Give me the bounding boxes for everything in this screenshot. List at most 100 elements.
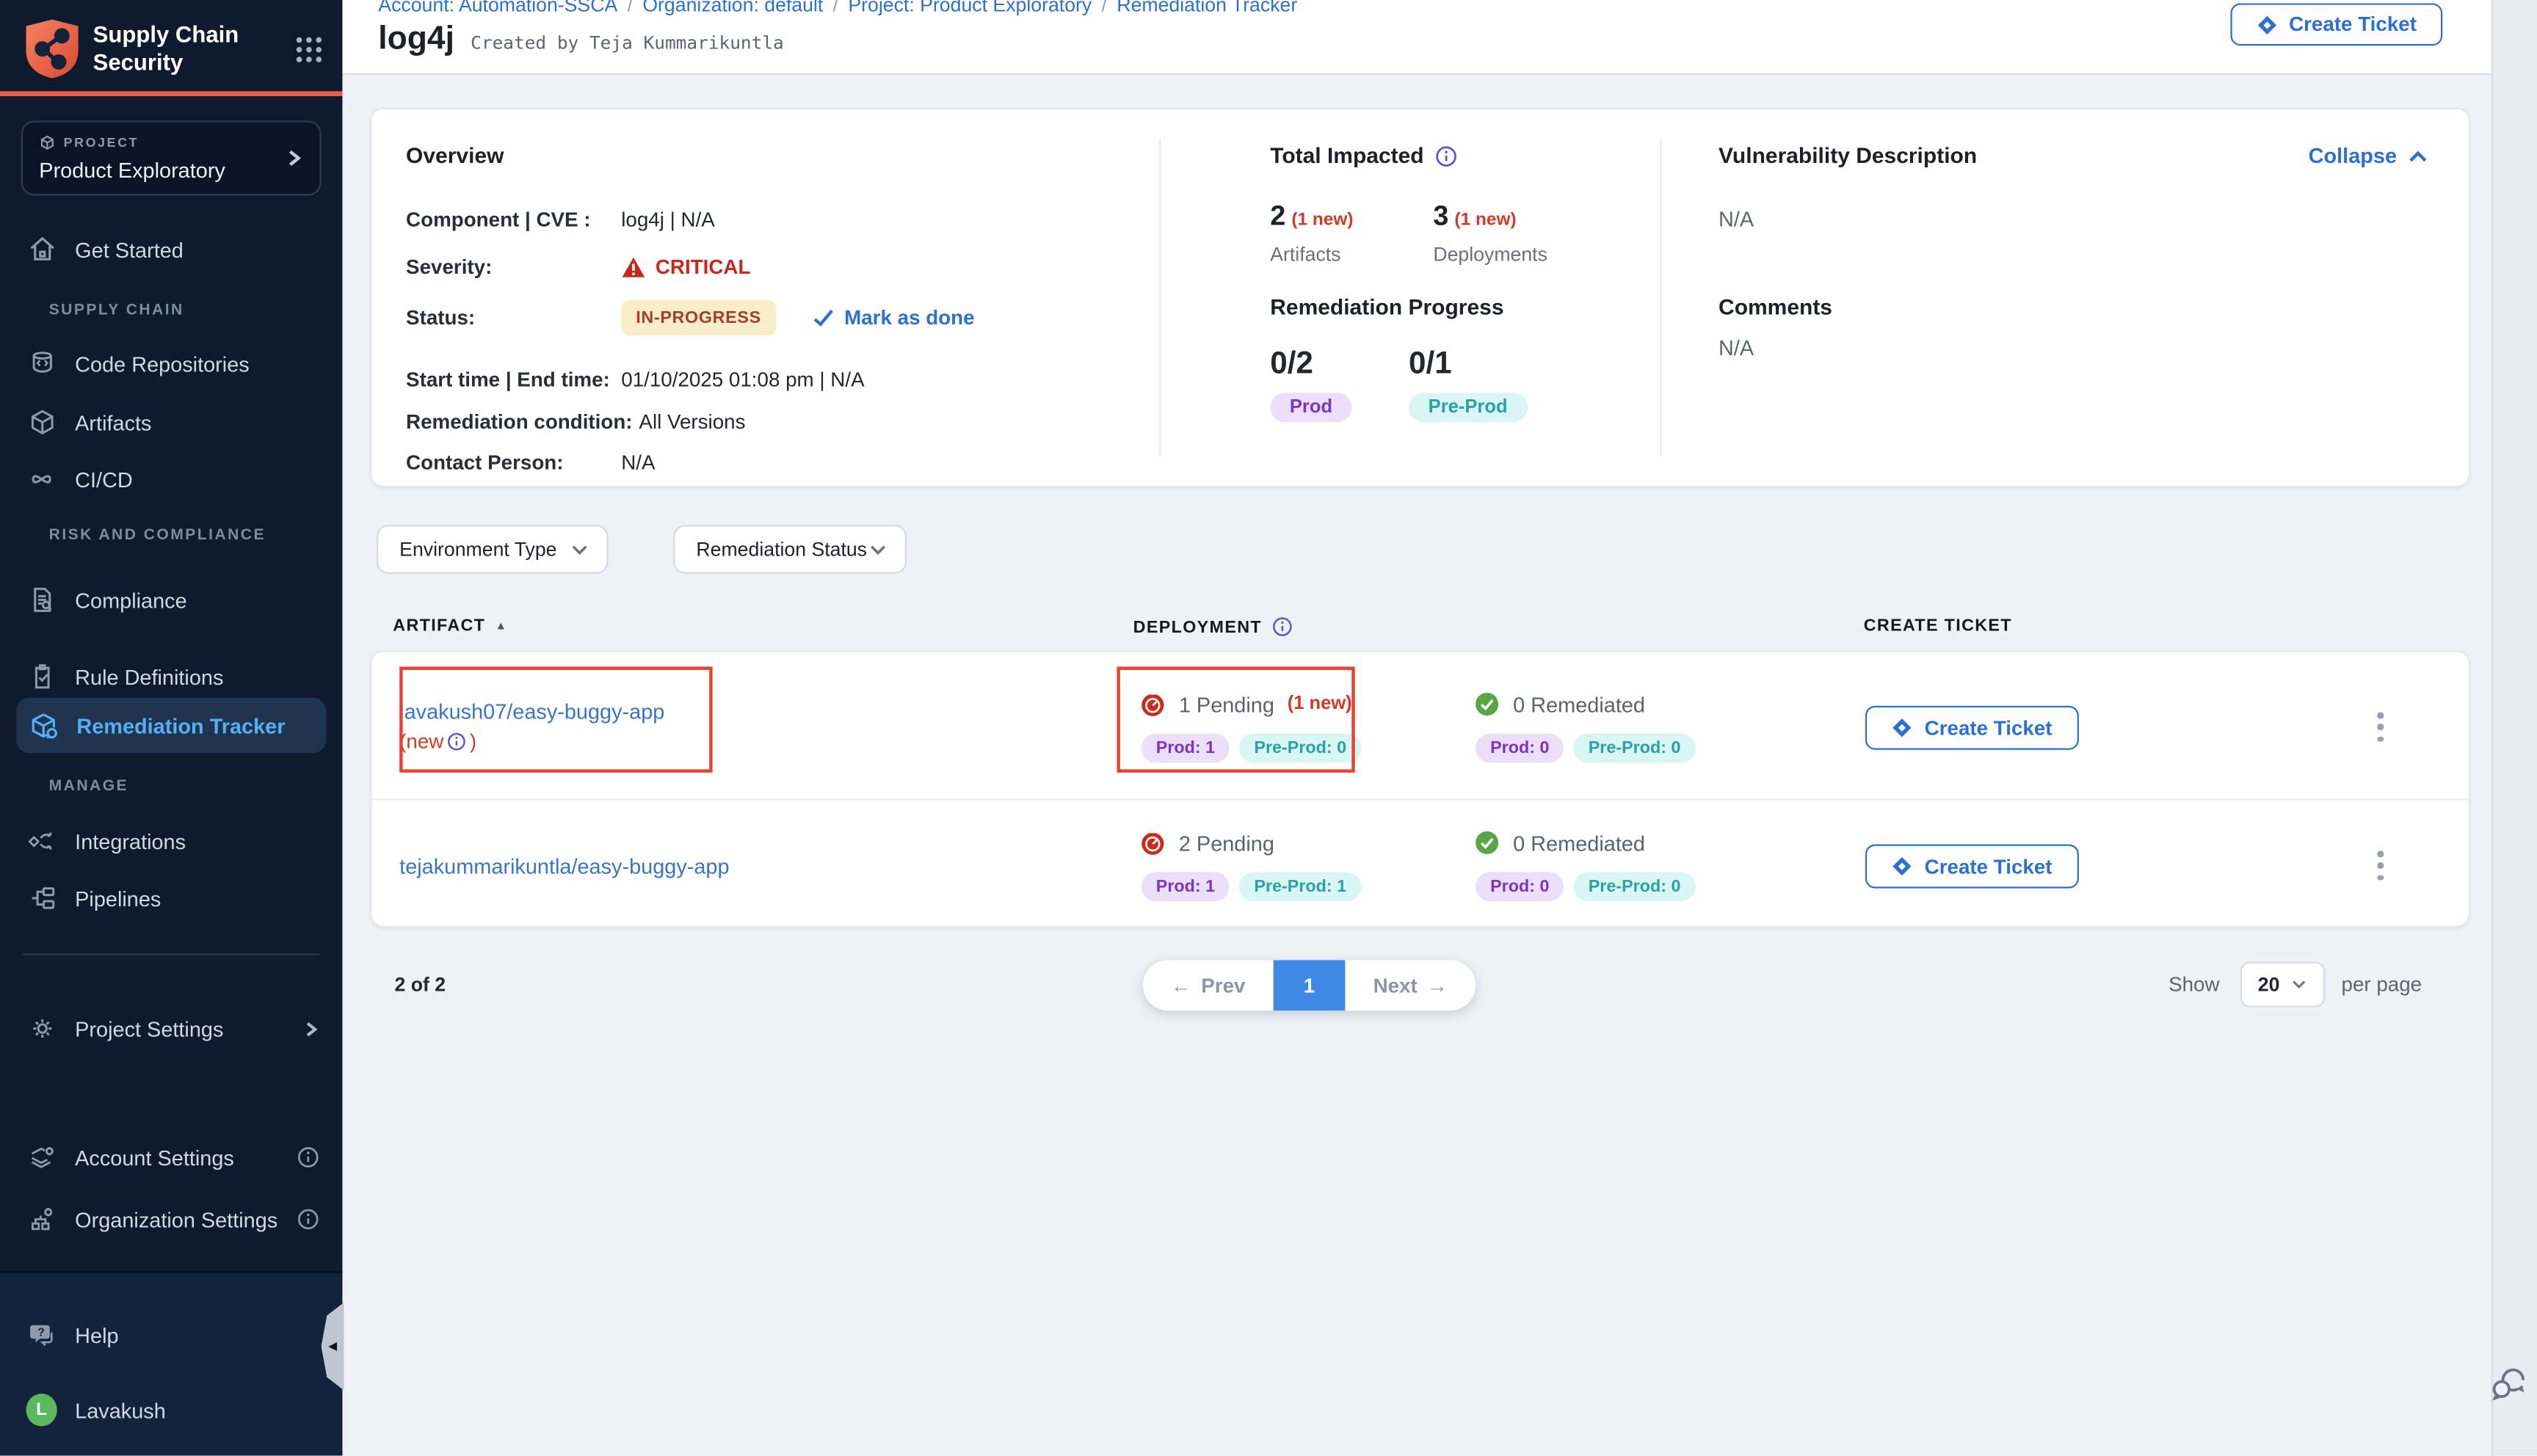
create-ticket-button-row[interactable]: Create Ticket	[1865, 845, 2079, 889]
column-header-deployment: DEPLOYMENT	[1133, 616, 1293, 638]
table-row: lavakush07/easy-buggy-app (new )	[371, 652, 2468, 800]
component-row: Component | CVE : log4j | N/A	[406, 208, 715, 231]
sidebar-item-project-settings[interactable]: Project Settings	[0, 1008, 342, 1050]
content-area: Overview Component | CVE : log4j | N/A S…	[342, 75, 2497, 1455]
integration-icon	[26, 826, 57, 856]
next-page-button[interactable]: Next →	[1345, 960, 1476, 1011]
page-title: log4j	[378, 21, 454, 59]
remediation-table: lavakush07/easy-buggy-app (new )	[370, 650, 2470, 928]
diamond-icon	[1892, 856, 1913, 877]
scroll-gutter	[2491, 0, 2537, 1455]
row-menu-kebab-icon[interactable]	[2369, 713, 2392, 742]
project-name: Product Exploratory	[39, 158, 303, 182]
app-title: Supply ChainSecurity	[93, 21, 295, 77]
sidebar-item-pipelines[interactable]: Pipelines	[0, 877, 342, 920]
main-area: Account: Automation-SSCA/Organization: d…	[342, 0, 2497, 1455]
svg-text:?: ?	[37, 1327, 44, 1339]
check-icon	[812, 308, 835, 328]
mark-as-done-link[interactable]: Mark as done	[812, 307, 975, 330]
breadcrumb-project[interactable]: Project: Product Exploratory	[848, 0, 1092, 16]
app-window: Supply ChainSecurity PROJECT Product Exp…	[0, 0, 2537, 1455]
box-icon	[26, 407, 57, 437]
annotation-box-artifact	[399, 666, 712, 772]
sidebar-item-organization-settings[interactable]: Organization Settings	[0, 1198, 342, 1241]
time-value: 01/10/2025 01:08 pm | N/A	[621, 368, 864, 391]
condition-value: All Versions	[639, 411, 745, 434]
breadcrumb-account[interactable]: Account: Automation-SSCA	[378, 0, 617, 16]
home-icon	[26, 235, 57, 264]
breadcrumb-current[interactable]: Remediation Tracker	[1117, 0, 1297, 16]
overview-title: Overview	[406, 143, 504, 167]
sidebar-item-rule-definitions[interactable]: Rule Definitions	[0, 655, 342, 698]
impacted-artifacts: 2 (1 new) Artifacts	[1270, 200, 1353, 266]
artifact-link[interactable]: tejakummarikuntla/easy-buggy-app	[399, 854, 729, 878]
total-impacted-title: Total Impacted	[1270, 143, 1458, 167]
remediated-check-icon	[1474, 830, 1500, 856]
layers-gear-icon	[26, 1143, 57, 1172]
current-page-button[interactable]: 1	[1274, 960, 1346, 1011]
sort-asc-icon[interactable]: ▲	[496, 620, 508, 632]
pipeline-icon	[26, 884, 57, 913]
sidebar-item-artifacts[interactable]: Artifacts	[0, 401, 342, 443]
sidebar-item-cicd[interactable]: CI/CD	[0, 458, 342, 500]
org-gear-icon	[26, 1204, 57, 1234]
code-repo-icon	[26, 349, 57, 378]
accent-divider	[0, 91, 342, 96]
chevron-down-icon	[2291, 980, 2307, 989]
pending-status: 2 Pending	[1140, 830, 1274, 856]
create-ticket-button-top[interactable]: Create Ticket	[2230, 3, 2442, 46]
row-menu-kebab-icon[interactable]	[2369, 851, 2392, 880]
project-label: PROJECT	[64, 135, 139, 150]
info-icon[interactable]	[1435, 145, 1458, 167]
info-icon[interactable]	[1271, 616, 1293, 638]
sidebar-bottom-panel: ? Help L Lavakush	[0, 1271, 342, 1455]
pagination: ← Prev 1 Next →	[1143, 960, 1476, 1011]
column-header-artifact[interactable]: ARTIFACT ▲	[393, 616, 507, 636]
remediation-progress-title: Remediation Progress	[1270, 295, 1503, 319]
sidebar: Supply ChainSecurity PROJECT Product Exp…	[0, 0, 342, 1455]
collapse-toggle[interactable]: Collapse	[2309, 143, 2428, 167]
prev-page-button[interactable]: ← Prev	[1143, 960, 1274, 1011]
sidebar-item-help[interactable]: ? Help	[0, 1314, 342, 1356]
avatar: L	[26, 1394, 57, 1426]
user-menu[interactable]: L Lavakush	[0, 1388, 342, 1431]
sidebar-item-get-started[interactable]: Get Started	[0, 228, 342, 271]
status-badge: IN-PROGRESS	[621, 300, 776, 336]
user-name: Lavakush	[75, 1398, 166, 1422]
chevron-down-icon	[869, 544, 887, 556]
page-size-select[interactable]: 20	[2240, 961, 2325, 1007]
breadcrumb-organization[interactable]: Organization: default	[642, 0, 823, 16]
pending-env-badges: Prod: 1 Pre-Prod: 1	[1142, 872, 1361, 901]
sidebar-item-code-repositories[interactable]: Code Repositories	[0, 342, 342, 385]
sidebar-item-integrations[interactable]: Integrations	[0, 820, 342, 862]
page-header: Account: Automation-SSCA/Organization: d…	[342, 0, 2497, 75]
remediated-check-icon	[1474, 691, 1500, 718]
clipboard-check-icon	[26, 662, 57, 691]
arrow-left-icon: ←	[1171, 974, 1191, 997]
support-chat-icon[interactable]	[2490, 1366, 2527, 1402]
column-header-create-ticket: CREATE TICKET	[1864, 616, 2012, 636]
remediated-status: 0 Remediated	[1474, 830, 1645, 856]
description-value: N/A	[1718, 207, 1754, 231]
document-search-icon	[26, 585, 57, 614]
card-divider	[1660, 139, 1661, 456]
arrow-right-icon: →	[1427, 974, 1448, 997]
progress-preprod-value: 0/1	[1409, 347, 1452, 383]
prod-badge: Prod	[1270, 393, 1352, 422]
remediation-status-filter[interactable]: Remediation Status	[673, 525, 907, 574]
environment-type-filter[interactable]: Environment Type	[377, 525, 608, 574]
annotation-box-deployment	[1117, 666, 1354, 772]
overview-card: Overview Component | CVE : log4j | N/A S…	[370, 108, 2470, 488]
module-grid-icon[interactable]	[295, 35, 323, 63]
diamond-icon	[1892, 717, 1913, 738]
project-selector[interactable]: PROJECT Product Exploratory	[21, 120, 322, 195]
breadcrumb: Account: Automation-SSCA/Organization: d…	[378, 0, 1297, 16]
pending-timer-icon	[1140, 830, 1166, 856]
contact-row: Contact Person: N/A	[406, 451, 655, 474]
sidebar-item-remediation-tracker[interactable]: Remediation Tracker	[16, 698, 326, 754]
sidebar-item-compliance[interactable]: Compliance	[0, 578, 342, 621]
create-ticket-button-row[interactable]: Create Ticket	[1865, 706, 2079, 750]
sidebar-item-account-settings[interactable]: Account Settings	[0, 1136, 342, 1179]
infinity-icon	[26, 465, 57, 494]
diamond-icon	[2257, 14, 2278, 35]
